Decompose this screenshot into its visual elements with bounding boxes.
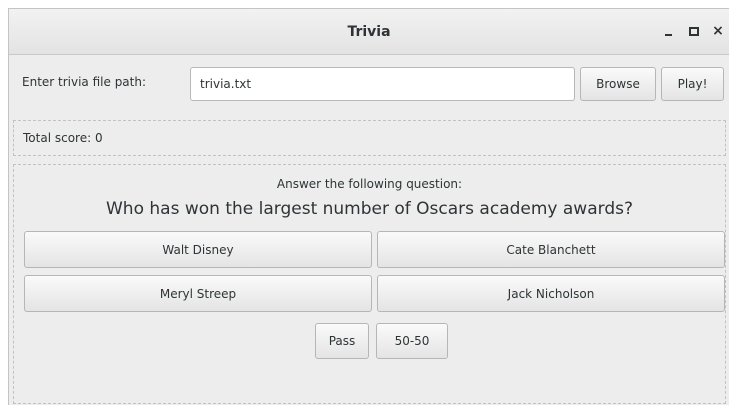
file-path-label: Enter trivia file path: (22, 75, 147, 89)
question-frame: Answer the following question: Who has w… (13, 164, 726, 404)
answer-button-4[interactable]: Jack Nicholson (377, 275, 725, 312)
file-path-row: Enter trivia file path: Browse Play! (9, 55, 729, 115)
title-bar[interactable]: Trivia × (9, 9, 729, 55)
total-score: Total score: 0 (23, 131, 103, 145)
browse-button[interactable]: Browse (580, 67, 656, 101)
close-icon: × (712, 23, 724, 39)
score-frame: Total score: 0 (13, 120, 726, 156)
play-button[interactable]: Play! (661, 67, 724, 101)
minimize-icon (664, 34, 672, 36)
maximize-button[interactable] (682, 19, 706, 43)
pass-button[interactable]: Pass (315, 323, 369, 359)
trivia-window: Trivia × Enter trivia file path: Browse … (8, 8, 729, 405)
minimize-button[interactable] (656, 19, 680, 43)
answer-button-1[interactable]: Walt Disney (24, 231, 372, 268)
answer-button-3[interactable]: Meryl Streep (24, 275, 372, 312)
question-text: Who has won the largest number of Oscars… (106, 199, 633, 219)
question-instruction: Answer the following question: (276, 177, 463, 191)
window-title: Trivia (347, 24, 391, 40)
file-path-input[interactable] (190, 67, 575, 101)
fifty-fifty-button[interactable]: 50-50 (376, 323, 448, 359)
maximize-icon (689, 26, 699, 36)
close-button[interactable]: × (706, 19, 729, 43)
answer-button-2[interactable]: Cate Blanchett (377, 231, 725, 268)
